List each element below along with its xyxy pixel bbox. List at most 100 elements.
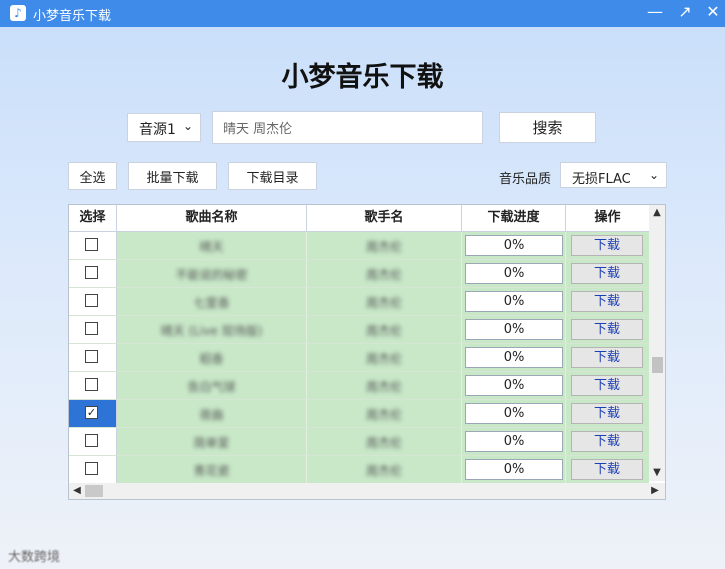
table-row: 七里香 周杰伦 0% 下载 <box>69 288 649 316</box>
song-table: 选择 歌曲名称 歌手名 下载进度 操作 晴天 周杰伦 0% 下载 不能说的秘密 … <box>68 204 666 500</box>
window-title: 小梦音乐下载 <box>33 9 112 24</box>
row-checkbox[interactable]: ✓ <box>85 406 98 419</box>
select-all-button[interactable]: 全选 <box>68 162 117 190</box>
song-name: 稻香 <box>199 352 224 366</box>
action-cell: 下载 <box>566 428 649 455</box>
action-cell: 下载 <box>566 260 649 287</box>
progress-cell: 0% <box>462 288 566 315</box>
progress-cell: 0% <box>462 316 566 343</box>
action-cell: 下载 <box>566 288 649 315</box>
select-cell[interactable] <box>69 372 117 399</box>
close-button[interactable]: ✕ <box>698 1 725 25</box>
table-row: 稻香 周杰伦 0% 下载 <box>69 344 649 372</box>
column-header-progress: 下载进度 <box>462 205 566 231</box>
action-cell: 下载 <box>566 232 649 259</box>
song-cell: 青花瓷 <box>117 456 307 483</box>
progress-cell: 0% <box>462 400 566 427</box>
download-button[interactable]: 下载 <box>571 347 643 368</box>
progress-cell: 0% <box>462 232 566 259</box>
column-header-action: 操作 <box>594 210 621 225</box>
select-cell[interactable] <box>69 260 117 287</box>
artist-cell: 周杰伦 <box>307 428 462 455</box>
artist-cell: 周杰伦 <box>307 400 462 427</box>
song-cell: 七里香 <box>117 288 307 315</box>
action-cell: 下载 <box>566 316 649 343</box>
watermark: 大数跨境 <box>8 550 61 565</box>
download-directory-button[interactable]: 下载目录 <box>228 162 317 190</box>
row-checkbox[interactable] <box>85 294 98 307</box>
table-header: 选择 歌曲名称 歌手名 下载进度 操作 <box>69 205 649 232</box>
scroll-left-icon[interactable]: ◀ <box>69 485 85 496</box>
artist-cell: 周杰伦 <box>307 232 462 259</box>
music-note-icon: ♪ <box>10 5 26 21</box>
download-progress: 0% <box>465 403 563 424</box>
download-progress: 0% <box>465 347 563 368</box>
quality-label: 音乐品质 <box>499 172 552 187</box>
artist-name: 周杰伦 <box>365 296 402 310</box>
select-cell[interactable]: ✓ <box>69 400 117 427</box>
select-cell[interactable] <box>69 288 117 315</box>
column-header-artist: 歌手名 <box>307 205 462 231</box>
horizontal-scrollbar[interactable]: ◀ ▶ <box>69 483 665 499</box>
artist-cell: 周杰伦 <box>307 288 462 315</box>
action-cell: 下载 <box>566 456 649 483</box>
row-checkbox[interactable] <box>85 238 98 251</box>
search-input[interactable] <box>212 111 483 144</box>
download-button[interactable]: 下载 <box>571 263 643 284</box>
row-checkbox[interactable] <box>85 434 98 447</box>
artist-name: 周杰伦 <box>365 268 402 282</box>
artist-name: 周杰伦 <box>365 380 402 394</box>
action-cell: 下载 <box>566 344 649 371</box>
select-cell[interactable] <box>69 344 117 371</box>
column-header-select: 选择 <box>69 205 117 231</box>
download-button[interactable]: 下载 <box>571 403 643 424</box>
select-cell[interactable] <box>69 456 117 483</box>
row-checkbox[interactable] <box>85 378 98 391</box>
song-name: 夜曲 <box>199 408 224 422</box>
search-button[interactable]: 搜索 <box>499 112 596 143</box>
row-checkbox[interactable] <box>85 462 98 475</box>
song-name: 晴天 <box>199 240 224 254</box>
row-checkbox[interactable] <box>85 350 98 363</box>
download-button[interactable]: 下载 <box>571 291 643 312</box>
download-button[interactable]: 下载 <box>571 431 643 452</box>
source-select[interactable]: 音源1 ⌄ <box>127 113 201 142</box>
song-cell: 晴天 <box>117 232 307 259</box>
download-button[interactable]: 下载 <box>571 375 643 396</box>
progress-cell: 0% <box>462 344 566 371</box>
download-progress: 0% <box>465 235 563 256</box>
quality-select-value: 无损FLAC <box>572 172 631 187</box>
vertical-scrollbar[interactable]: ▲ ▼ <box>649 205 665 481</box>
horizontal-scroll-thumb[interactable] <box>85 485 103 497</box>
action-cell: 下载 <box>566 372 649 399</box>
download-button[interactable]: 下载 <box>571 235 643 256</box>
vertical-scroll-thumb[interactable] <box>652 357 663 373</box>
chevron-down-icon: ⌄ <box>648 168 659 182</box>
select-cell[interactable] <box>69 316 117 343</box>
row-checkbox[interactable] <box>85 266 98 279</box>
download-progress: 0% <box>465 375 563 396</box>
select-cell[interactable] <box>69 232 117 259</box>
restore-button[interactable]: ↗ <box>670 1 700 25</box>
select-cell[interactable] <box>69 428 117 455</box>
table-row: 晴天 周杰伦 0% 下载 <box>69 232 649 260</box>
minimize-button[interactable]: — <box>640 1 670 25</box>
scroll-right-icon[interactable]: ▶ <box>647 485 663 496</box>
artist-cell: 周杰伦 <box>307 260 462 287</box>
song-name: 不能说的秘密 <box>175 268 248 282</box>
download-button[interactable]: 下载 <box>571 319 643 340</box>
batch-download-button[interactable]: 批量下载 <box>128 162 217 190</box>
table-row: 青花瓷 周杰伦 0% 下载 <box>69 456 649 484</box>
quality-select[interactable]: 无损FLAC ⌄ <box>560 162 667 188</box>
row-checkbox[interactable] <box>85 322 98 335</box>
download-progress: 0% <box>465 263 563 284</box>
song-name: 青花瓷 <box>193 464 230 478</box>
download-progress: 0% <box>465 319 563 340</box>
download-button[interactable]: 下载 <box>571 459 643 480</box>
download-progress: 0% <box>465 431 563 452</box>
scroll-down-icon[interactable]: ▼ <box>649 467 665 478</box>
page-title: 小梦音乐下载 <box>281 62 444 93</box>
scroll-up-icon[interactable]: ▲ <box>649 207 665 218</box>
table-row: 晴天 (Live 现场版) 周杰伦 0% 下载 <box>69 316 649 344</box>
song-name: 简单爱 <box>193 436 230 450</box>
